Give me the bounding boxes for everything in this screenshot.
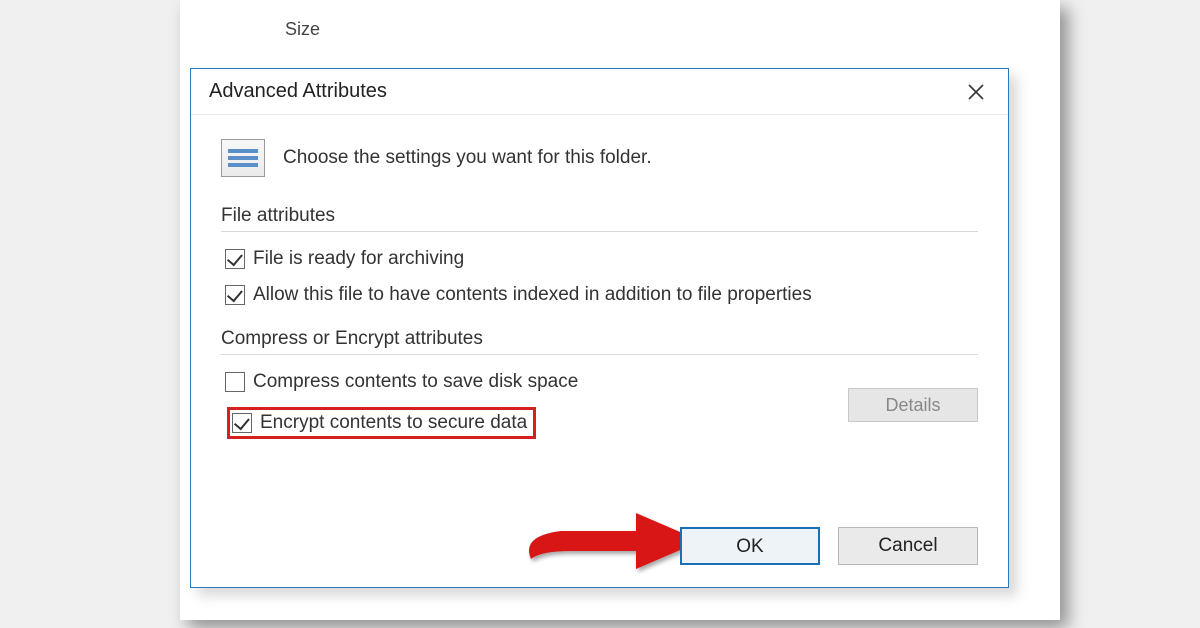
details-button: Details xyxy=(848,388,978,422)
folder-settings-icon xyxy=(221,139,265,177)
dialog-titlebar: Advanced Attributes xyxy=(191,69,1008,115)
group-divider xyxy=(221,231,978,232)
close-button[interactable] xyxy=(958,74,994,110)
index-checkbox-label[interactable]: Allow this file to have contents indexed… xyxy=(253,284,812,306)
compress-encrypt-label: Compress or Encrypt attributes xyxy=(221,328,978,350)
dialog-title: Advanced Attributes xyxy=(209,80,387,103)
compress-checkbox-row: Compress contents to save disk space xyxy=(221,371,848,393)
encrypt-checkbox-label[interactable]: Encrypt contents to secure data xyxy=(260,412,527,434)
index-checkbox-row: Allow this file to have contents indexed… xyxy=(221,284,978,306)
compress-encrypt-group: Compress or Encrypt attributes Compress … xyxy=(221,328,978,439)
close-icon xyxy=(967,83,985,101)
intro-row: Choose the settings you want for this fo… xyxy=(221,139,978,177)
file-attributes-group: File attributes File is ready for archiv… xyxy=(221,205,978,306)
compress-checkbox[interactable] xyxy=(225,372,245,392)
column-header-size[interactable]: Size xyxy=(270,8,335,51)
parent-window: Size Advanced Attributes Choose the sett… xyxy=(180,0,1060,620)
advanced-attributes-dialog: Advanced Attributes Choose the settings … xyxy=(190,68,1009,588)
intro-text: Choose the settings you want for this fo… xyxy=(283,147,652,169)
file-attributes-label: File attributes xyxy=(221,205,978,227)
cancel-button[interactable]: Cancel xyxy=(838,527,978,565)
archive-checkbox-row: File is ready for archiving xyxy=(221,248,978,270)
compress-checkbox-label[interactable]: Compress contents to save disk space xyxy=(253,371,578,393)
archive-checkbox-label[interactable]: File is ready for archiving xyxy=(253,248,464,270)
dialog-button-row: OK Cancel xyxy=(680,527,978,565)
ok-button[interactable]: OK xyxy=(680,527,820,565)
archive-checkbox[interactable] xyxy=(225,249,245,269)
group-divider xyxy=(221,354,978,355)
encrypt-highlight: Encrypt contents to secure data xyxy=(227,407,536,439)
compress-encrypt-rows: Compress contents to save disk space Enc… xyxy=(221,371,978,439)
index-checkbox[interactable] xyxy=(225,285,245,305)
encrypt-checkbox[interactable] xyxy=(232,413,252,433)
encrypt-checkbox-row: Encrypt contents to secure data xyxy=(221,407,848,439)
dialog-body: Choose the settings you want for this fo… xyxy=(191,115,1008,479)
